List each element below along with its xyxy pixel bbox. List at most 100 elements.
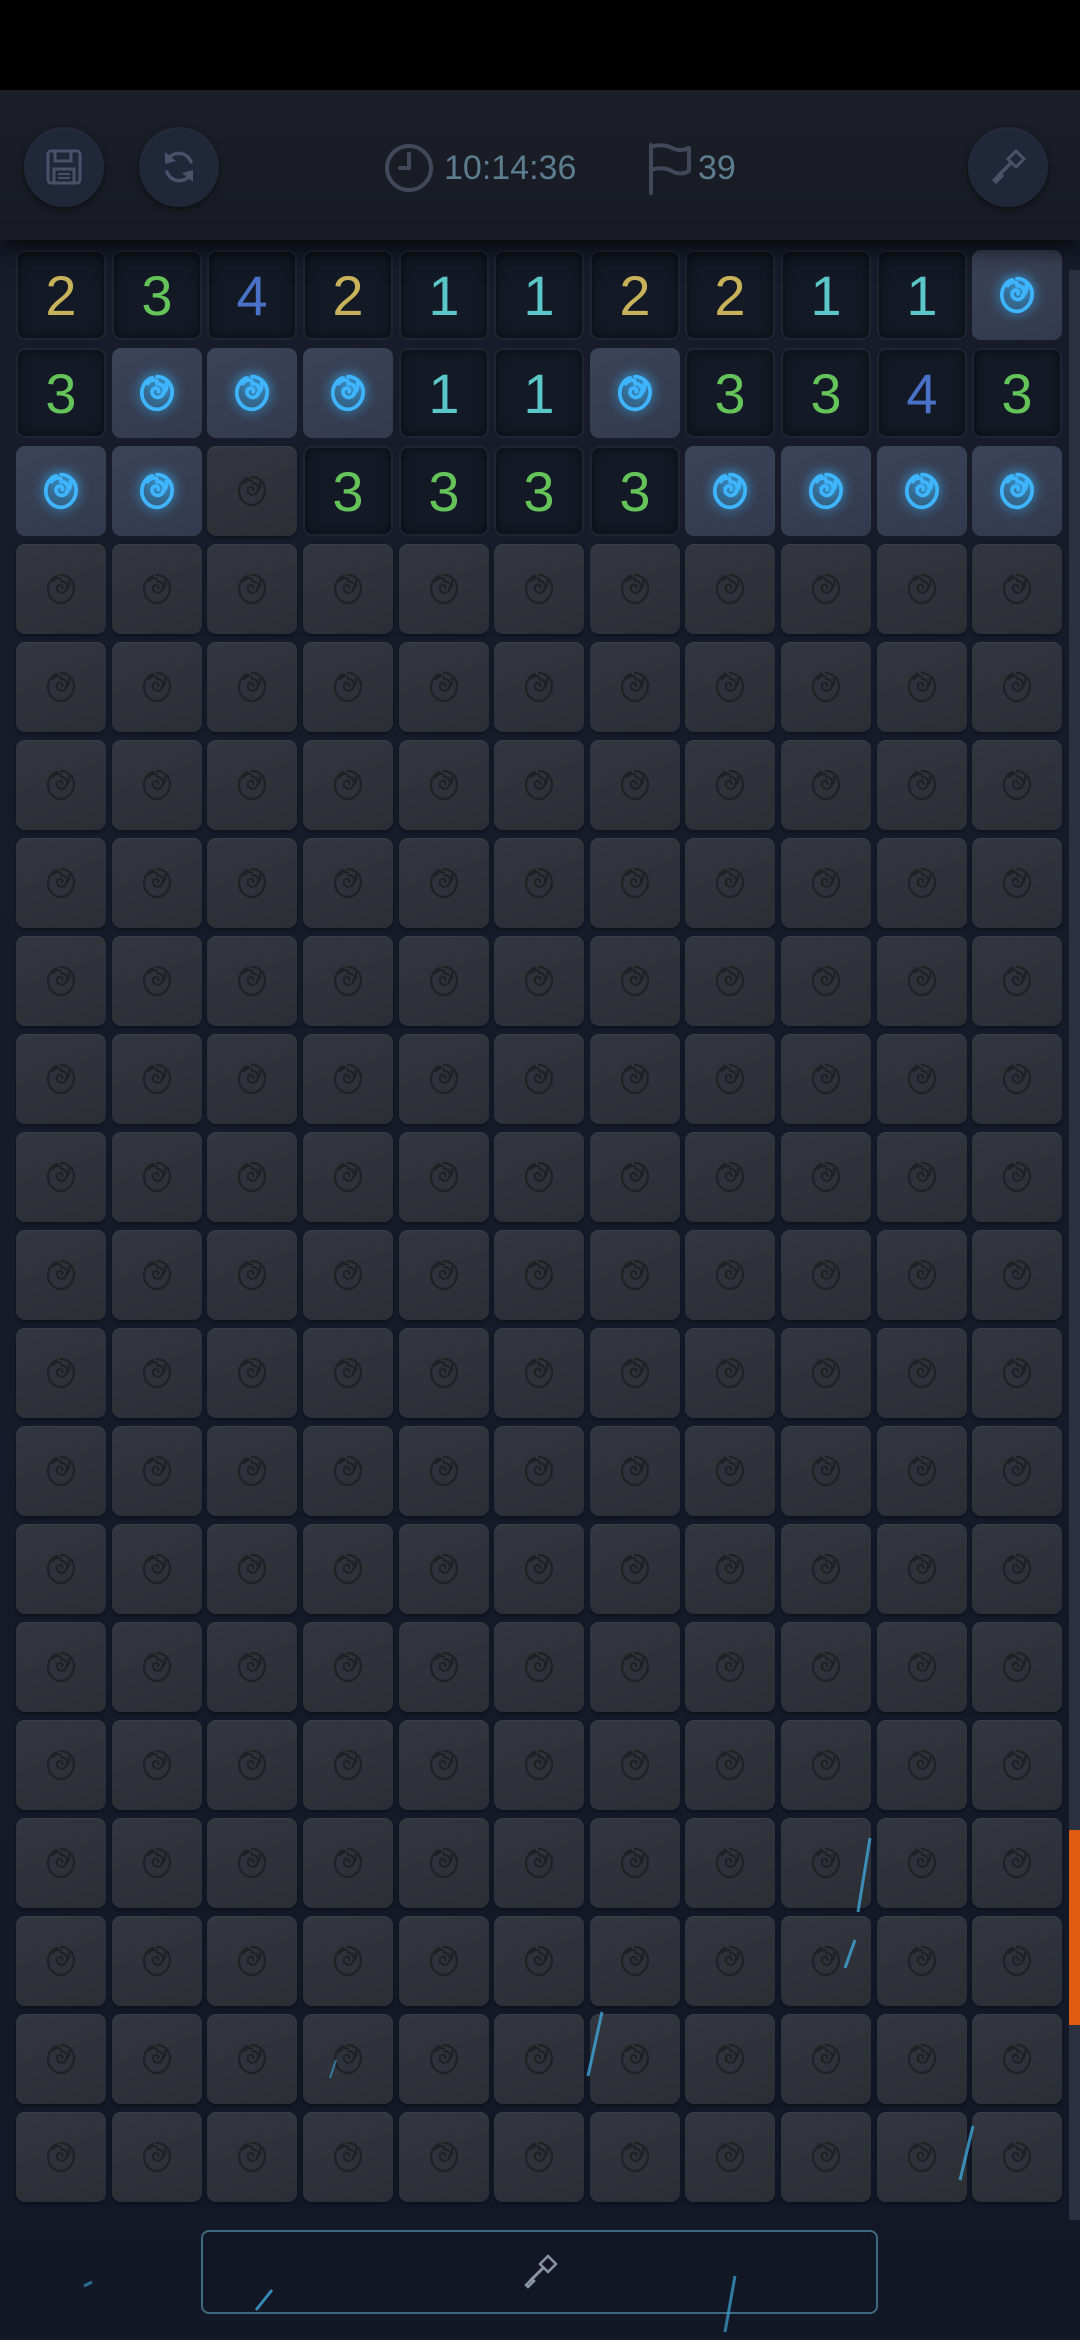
hidden-cell[interactable] [494, 1818, 584, 1908]
hidden-cell[interactable] [207, 544, 297, 634]
hidden-cell[interactable] [399, 1524, 489, 1614]
hidden-cell[interactable] [16, 1916, 106, 2006]
hidden-cell[interactable] [877, 544, 967, 634]
hidden-cell[interactable] [399, 1818, 489, 1908]
hidden-cell[interactable] [494, 1230, 584, 1320]
hidden-cell[interactable] [303, 1426, 393, 1516]
hidden-cell[interactable] [781, 1132, 871, 1222]
hidden-cell[interactable] [112, 1328, 202, 1418]
hidden-cell[interactable] [877, 2112, 967, 2202]
mine-cell[interactable] [303, 348, 393, 438]
hidden-cell[interactable] [112, 1916, 202, 2006]
hidden-cell[interactable] [972, 1622, 1062, 1712]
hidden-cell[interactable] [590, 544, 680, 634]
hidden-cell[interactable] [207, 1622, 297, 1712]
hidden-cell[interactable] [207, 1034, 297, 1124]
hidden-cell[interactable] [303, 1132, 393, 1222]
hidden-cell[interactable] [781, 544, 871, 634]
hidden-cell[interactable] [399, 1034, 489, 1124]
hidden-cell[interactable] [112, 642, 202, 732]
hidden-cell[interactable] [494, 1524, 584, 1614]
hidden-cell[interactable] [207, 1230, 297, 1320]
hidden-cell[interactable] [207, 1524, 297, 1614]
hidden-cell[interactable] [685, 1720, 775, 1810]
hidden-cell[interactable] [685, 642, 775, 732]
hidden-cell[interactable] [16, 1818, 106, 1908]
hidden-cell[interactable] [399, 1622, 489, 1712]
hidden-cell[interactable] [112, 1230, 202, 1320]
hidden-cell[interactable] [685, 2112, 775, 2202]
number-cell[interactable]: 1 [494, 250, 584, 340]
hidden-cell[interactable] [781, 1034, 871, 1124]
hidden-cell[interactable] [303, 1916, 393, 2006]
hidden-cell[interactable] [112, 1622, 202, 1712]
hidden-cell[interactable] [399, 936, 489, 1026]
hidden-cell[interactable] [207, 1916, 297, 2006]
hidden-cell[interactable] [399, 1720, 489, 1810]
mine-cell[interactable] [590, 348, 680, 438]
hidden-cell[interactable] [303, 544, 393, 634]
hidden-cell[interactable] [16, 1524, 106, 1614]
hidden-cell[interactable] [590, 642, 680, 732]
hidden-cell[interactable] [590, 2014, 680, 2104]
number-cell[interactable]: 2 [590, 250, 680, 340]
hidden-cell[interactable] [781, 642, 871, 732]
hidden-cell[interactable] [877, 1916, 967, 2006]
hidden-cell[interactable] [877, 936, 967, 1026]
hidden-cell[interactable] [303, 740, 393, 830]
hidden-cell[interactable] [494, 838, 584, 928]
hidden-cell[interactable] [590, 1916, 680, 2006]
hidden-cell[interactable] [590, 1818, 680, 1908]
hidden-cell[interactable] [685, 1328, 775, 1418]
hidden-cell[interactable] [207, 642, 297, 732]
hidden-cell[interactable] [877, 1426, 967, 1516]
hidden-cell[interactable] [590, 1230, 680, 1320]
hidden-cell[interactable] [16, 1426, 106, 1516]
number-cell[interactable]: 1 [877, 250, 967, 340]
hidden-cell[interactable] [207, 1132, 297, 1222]
hidden-cell[interactable] [112, 936, 202, 1026]
hidden-cell[interactable] [207, 446, 297, 536]
number-cell[interactable]: 1 [781, 250, 871, 340]
hidden-cell[interactable] [685, 1916, 775, 2006]
hidden-cell[interactable] [112, 1818, 202, 1908]
hidden-cell[interactable] [781, 838, 871, 928]
hidden-cell[interactable] [685, 1132, 775, 1222]
scrollbar-thumb[interactable] [1069, 1830, 1080, 2025]
mine-cell[interactable] [877, 446, 967, 536]
hidden-cell[interactable] [685, 1818, 775, 1908]
hidden-cell[interactable] [972, 1818, 1062, 1908]
hidden-cell[interactable] [303, 838, 393, 928]
number-cell[interactable]: 2 [303, 250, 393, 340]
hidden-cell[interactable] [877, 740, 967, 830]
hidden-cell[interactable] [16, 2014, 106, 2104]
hidden-cell[interactable] [494, 642, 584, 732]
hidden-cell[interactable] [685, 1230, 775, 1320]
hidden-cell[interactable] [399, 1230, 489, 1320]
mine-cell[interactable] [16, 446, 106, 536]
hidden-cell[interactable] [972, 1230, 1062, 1320]
hidden-cell[interactable] [972, 740, 1062, 830]
dig-mode-button[interactable] [201, 2230, 878, 2314]
hidden-cell[interactable] [303, 1524, 393, 1614]
hidden-cell[interactable] [781, 936, 871, 1026]
minefield-grid[interactable]: 234211221131133433333 [0, 240, 1080, 2220]
number-cell[interactable]: 3 [972, 348, 1062, 438]
hidden-cell[interactable] [399, 838, 489, 928]
hidden-cell[interactable] [781, 1622, 871, 1712]
hidden-cell[interactable] [112, 1132, 202, 1222]
hidden-cell[interactable] [494, 1916, 584, 2006]
hidden-cell[interactable] [781, 1524, 871, 1614]
hidden-cell[interactable] [303, 1034, 393, 1124]
hidden-cell[interactable] [16, 2112, 106, 2202]
hidden-cell[interactable] [972, 936, 1062, 1026]
hidden-cell[interactable] [303, 936, 393, 1026]
hidden-cell[interactable] [781, 1720, 871, 1810]
hidden-cell[interactable] [16, 1230, 106, 1320]
hidden-cell[interactable] [494, 1622, 584, 1712]
mine-cell[interactable] [207, 348, 297, 438]
number-cell[interactable]: 1 [494, 348, 584, 438]
hidden-cell[interactable] [16, 544, 106, 634]
hidden-cell[interactable] [207, 838, 297, 928]
hidden-cell[interactable] [494, 1132, 584, 1222]
